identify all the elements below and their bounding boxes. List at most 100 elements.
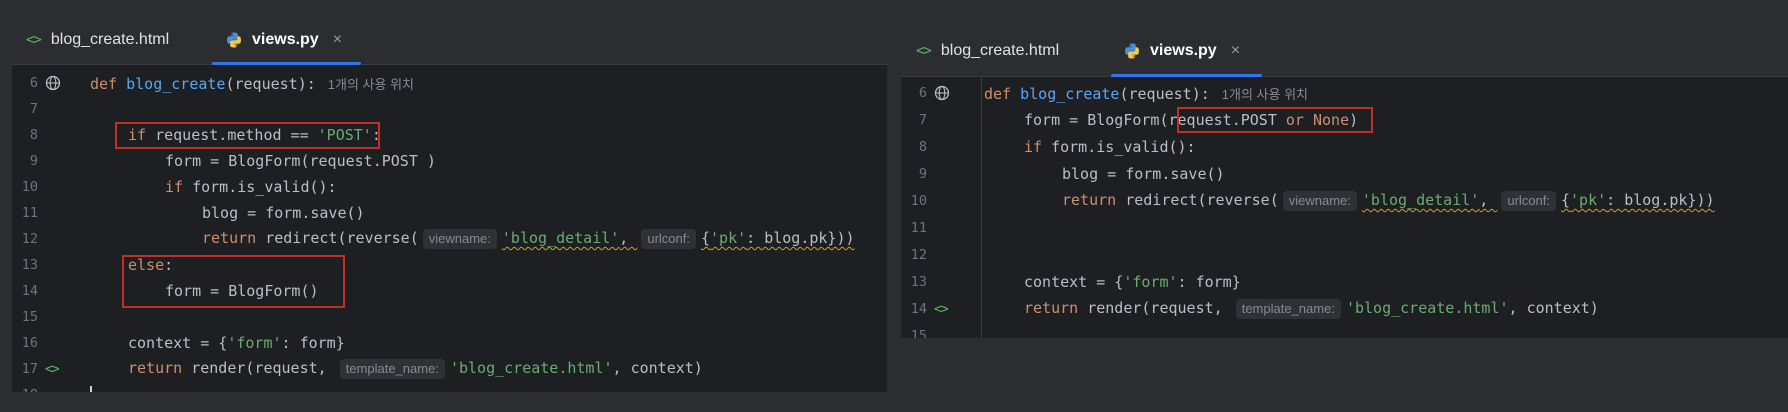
tab-blog-create-html[interactable]: <> blog_create.html: [26, 16, 169, 64]
code-text: form.is_valid():: [1042, 138, 1196, 156]
code-text: blog = form.save(): [1062, 165, 1225, 183]
code-text: ,: [1479, 191, 1498, 209]
keyword: return: [202, 229, 257, 247]
code-text: redirect(reverse(: [256, 229, 419, 247]
tab-label: blog_create.html: [50, 31, 170, 48]
string-literal: 'pk': [710, 229, 747, 247]
keyword: def: [90, 74, 118, 93]
html-file-link-icon[interactable]: <>: [934, 302, 949, 317]
editor-tab-bar: <> blog_create.html views.py ×: [12, 16, 887, 65]
code-line: 6 def blog_create(request): 1개의 사용 위치: [12, 70, 887, 96]
keyword: if: [165, 178, 184, 196]
line-number: 18: [12, 387, 38, 392]
code-editor[interactable]: 6 def blog_create(request): 1개의 사용 위치 7 8…: [12, 64, 887, 392]
line-number: 7: [918, 112, 927, 128]
line-number: 10: [21, 179, 38, 195]
code-text: : blog.pk})): [1606, 191, 1715, 209]
parameter-hint: template_name:: [1235, 299, 1341, 319]
keyword: return: [1024, 299, 1079, 317]
line-number: 7: [29, 101, 38, 117]
code-text: return render(request, template_name:'bl…: [1024, 299, 1599, 319]
globe-icon[interactable]: [934, 85, 950, 101]
code-text: render(request,: [1078, 299, 1232, 317]
line-number: 10: [910, 193, 927, 209]
code-line: 17 <> return render(request, template_na…: [12, 356, 887, 382]
usages-hint[interactable]: 1개의 사용 위치: [328, 77, 414, 92]
code-text: form.is_valid():: [183, 178, 337, 196]
line-number: 12: [21, 231, 38, 247]
line-number: 15: [910, 328, 927, 338]
usages-hint[interactable]: 1개의 사용 위치: [1222, 87, 1308, 102]
code-text: context = {'form': form}: [128, 334, 345, 352]
string-literal: 'blog_detail': [501, 229, 620, 247]
line-number: 9: [29, 153, 38, 169]
code-text: blog = form.save(): [202, 204, 365, 222]
tab-views-py[interactable]: views.py ×: [225, 16, 342, 64]
code-line: 12: [901, 242, 1788, 268]
code-text: {: [1561, 191, 1571, 209]
tab-label: blog_create.html: [940, 42, 1060, 59]
string-literal: 'form': [227, 334, 282, 352]
tab-blog-create-html[interactable]: <> blog_create.html: [916, 26, 1059, 76]
code-editor[interactable]: 6 def blog_create(request): 1개의 사용 위치 7 f…: [901, 76, 1788, 338]
code-text: form = BlogForm(request.POST ): [165, 152, 436, 170]
tab-label: views.py: [252, 31, 319, 48]
close-tab-icon[interactable]: ×: [333, 31, 342, 49]
code-text: context = {: [1024, 273, 1124, 291]
line-number: 17: [21, 361, 38, 377]
editor-panel-right: <> blog_create.html views.py × 6 def blo…: [901, 26, 1788, 338]
code-text: return redirect(reverse(viewname:'blog_d…: [202, 229, 855, 249]
code-text: {: [701, 229, 711, 247]
code-line: 9 form = BlogForm(request.POST ): [12, 148, 887, 174]
line-number: 13: [21, 257, 38, 273]
parameter-hint: template_name:: [339, 359, 445, 379]
python-file-icon: [227, 32, 241, 48]
code-line: 14 <> return render(request, template_na…: [901, 296, 1788, 322]
function-name: blog_create: [1020, 84, 1120, 103]
keyword: return: [1062, 191, 1117, 209]
highlight-box-else: [122, 255, 345, 308]
line-number: 6: [918, 85, 927, 101]
line-number: 9: [918, 166, 927, 182]
code-line: 12 return redirect(reverse(viewname:'blo…: [12, 226, 887, 252]
close-tab-icon[interactable]: ×: [1231, 42, 1240, 60]
string-literal: 'blog_create.html': [449, 359, 613, 377]
code-text: def blog_create(request): 1개의 사용 위치: [90, 74, 414, 93]
code-text: return render(request, template_name:'bl…: [128, 359, 703, 379]
globe-icon[interactable]: [45, 75, 61, 91]
line-number: 13: [910, 274, 927, 290]
code-text: , context): [612, 359, 703, 377]
line-number: 15: [21, 309, 38, 325]
code-text: (request):: [225, 74, 316, 93]
code-line: 7: [12, 96, 887, 122]
tab-views-py[interactable]: views.py ×: [1123, 26, 1240, 76]
code-text: return redirect(reverse(viewname:'blog_d…: [1062, 191, 1715, 211]
line-number: 8: [918, 139, 927, 155]
highlight-box-post-or-none: [1177, 107, 1373, 133]
code-line: 16 context = {'form': form}: [12, 330, 887, 356]
tab-label: views.py: [1150, 42, 1217, 59]
parameter-hint: viewname:: [422, 229, 497, 249]
line-number: 14: [910, 301, 927, 317]
html-file-icon: <>: [26, 32, 42, 48]
code-text: , context): [1508, 299, 1599, 317]
line-number: 11: [910, 220, 927, 236]
code-line: 8 if form.is_valid():: [901, 134, 1788, 160]
code-text: form = BlogForm(: [1024, 111, 1169, 129]
code-text: def blog_create(request): 1개의 사용 위치: [984, 84, 1308, 103]
string-literal: 'pk': [1570, 191, 1607, 209]
parameter-hint: viewname:: [1282, 191, 1357, 211]
function-name: blog_create: [126, 74, 226, 93]
code-text: context = {'form': form}: [1024, 273, 1241, 291]
code-line: 10 return redirect(reverse(viewname:'blo…: [901, 188, 1788, 214]
editor-tab-bar: <> blog_create.html views.py ×: [901, 26, 1788, 77]
code-line: 10 if form.is_valid():: [12, 174, 887, 200]
code-text: context = {: [128, 334, 228, 352]
line-number: 6: [29, 75, 38, 91]
code-text: render(request,: [182, 359, 336, 377]
code-text: ,: [619, 229, 638, 247]
keyword: return: [128, 359, 183, 377]
python-file-icon: [1125, 43, 1139, 59]
line-number: 14: [21, 283, 38, 299]
html-file-link-icon[interactable]: <>: [45, 362, 60, 377]
